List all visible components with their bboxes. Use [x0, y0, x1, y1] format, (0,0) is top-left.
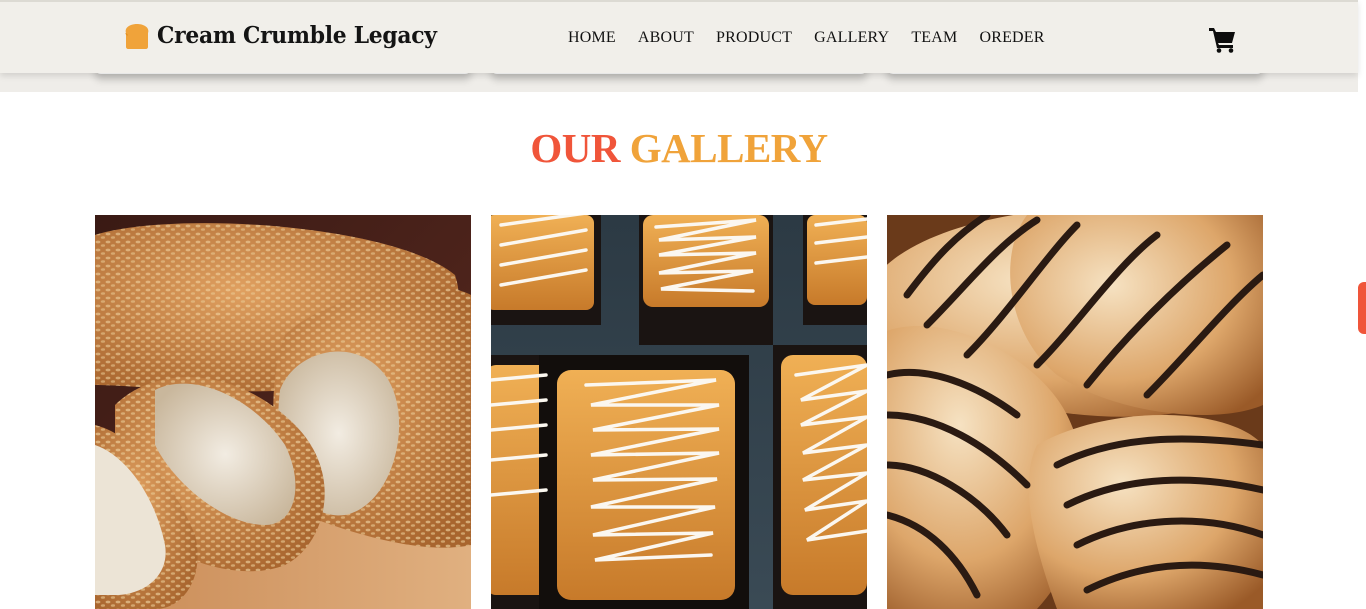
gallery-title-word-1: OUR — [530, 125, 621, 171]
gallery-image-glazed-loaf-cakes[interactable] — [491, 215, 867, 609]
gallery-title: OUR GALLERY — [0, 124, 1358, 172]
brand-name: Cream Crumble Legacy — [157, 22, 437, 49]
scroll-to-top-handle[interactable] — [1358, 282, 1366, 334]
nav-item-gallery[interactable]: GALLERY — [814, 29, 889, 47]
brand-logo[interactable]: Cream Crumble Legacy — [122, 22, 451, 49]
gallery-image-sesame-bread[interactable] — [95, 215, 471, 609]
nav-item-about[interactable]: ABOUT — [638, 29, 694, 47]
nav-item-team[interactable]: TEAM — [911, 29, 957, 47]
gallery-image-chocolate-pastries[interactable] — [887, 215, 1263, 609]
nav-item-product[interactable]: PRODUCT — [716, 29, 792, 47]
bread-icon — [122, 23, 152, 49]
nav-item-order[interactable]: OREDER — [979, 29, 1044, 47]
site-header: Cream Crumble Legacy HOME ABOUT PRODUCT … — [0, 0, 1358, 73]
nav-item-home[interactable]: HOME — [568, 29, 616, 47]
main-nav: HOME ABOUT PRODUCT GALLERY TEAM OREDER — [568, 29, 1067, 47]
gallery-title-word-2: GALLERY — [629, 125, 828, 171]
cart-icon[interactable] — [1208, 25, 1236, 53]
